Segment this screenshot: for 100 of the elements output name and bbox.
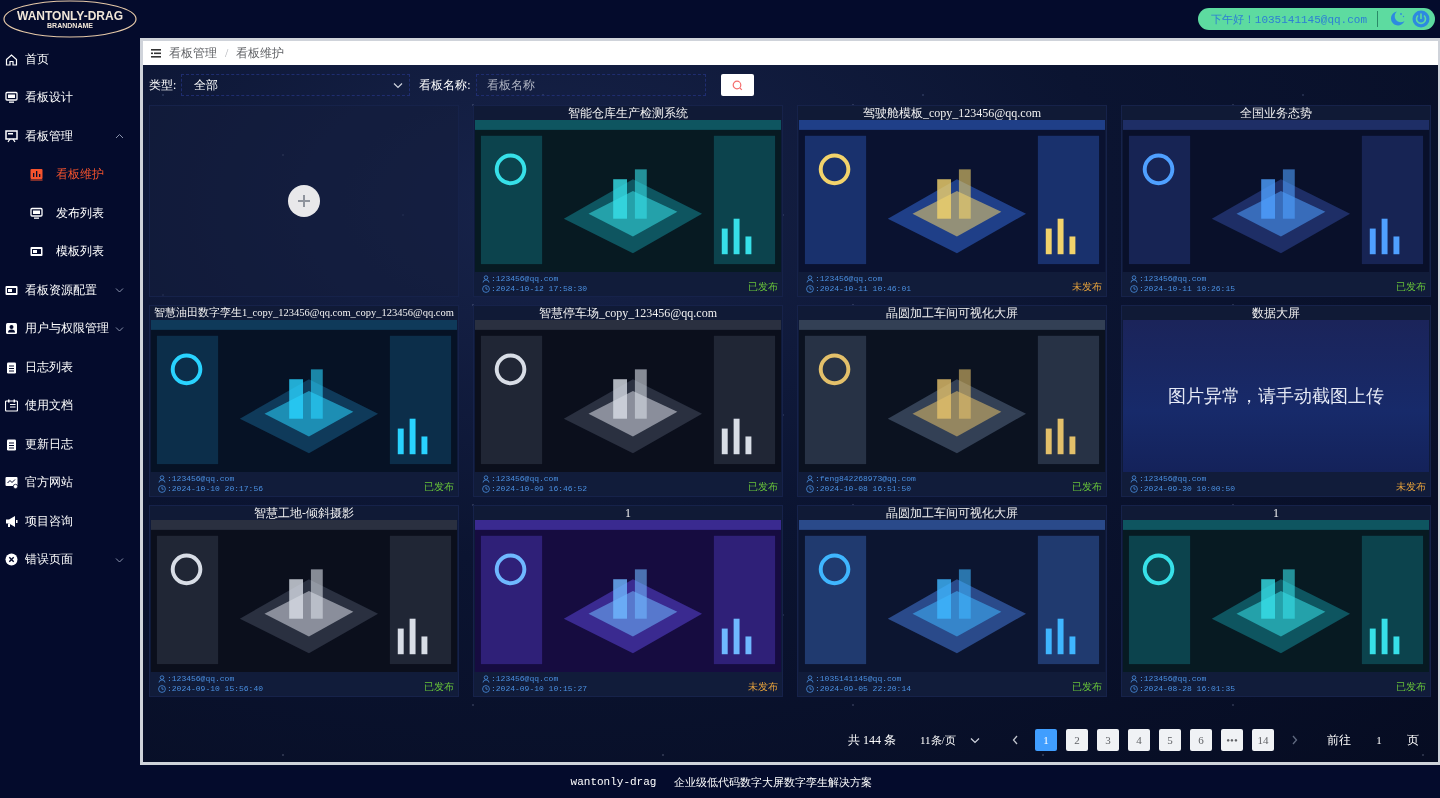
clock-icon bbox=[482, 685, 490, 693]
status-text: 已发布 bbox=[1396, 280, 1426, 294]
sidebar-item[interactable]: 错误页面 bbox=[0, 540, 140, 579]
picture-frame-icon bbox=[5, 283, 18, 297]
clock-icon bbox=[482, 485, 490, 493]
user-icon bbox=[806, 275, 814, 283]
logo-title: WANTONLY-DRAG bbox=[17, 9, 123, 22]
sidebar-item[interactable]: 更新日志 bbox=[0, 425, 140, 464]
clock-icon bbox=[1130, 485, 1138, 493]
user-icon bbox=[158, 475, 166, 483]
user-icon bbox=[1130, 275, 1138, 283]
goto-page-field[interactable]: 1 bbox=[1359, 728, 1399, 752]
search-button[interactable] bbox=[720, 74, 754, 96]
author-text: :123456@qq.com bbox=[482, 474, 587, 484]
board-title: 驾驶舱模板_copy_123456@qq.com bbox=[798, 106, 1106, 120]
author-text: :123456@qq.com bbox=[1130, 274, 1235, 284]
page-button[interactable]: 2 bbox=[1066, 729, 1088, 751]
status-text: 已发布 bbox=[424, 480, 454, 494]
sidebar-item[interactable]: 看板管理 bbox=[0, 117, 140, 156]
sidebar-item[interactable]: 看板设计 bbox=[0, 78, 140, 117]
status-text: 未发布 bbox=[1396, 480, 1426, 494]
sidebar-item[interactable]: 日志列表 bbox=[0, 348, 140, 387]
error-message: 图片异常，请手动截图上传 bbox=[1168, 385, 1384, 408]
total-count: 共 144 条 bbox=[848, 731, 896, 749]
board-card[interactable]: 智能仓库生产检测系统 :123456@qq.com :2024-10-12 17:58:30 已发布 bbox=[473, 105, 783, 297]
status-text: 已发布 bbox=[1072, 480, 1102, 494]
board-card[interactable]: 全国业务态势 :123456@qq.com :2024-10-11 10:26:15 已发布 bbox=[1121, 105, 1431, 297]
board-card[interactable]: 智慧油田数字孪生1_copy_123456@qq.com_copy_123456@qq.com :123456@qq.com :2024-10-10 20:17:56 已发布 bbox=[149, 305, 459, 497]
author-text: :123456@qq.com bbox=[1130, 474, 1235, 484]
board-title: 晶圆加工车间可视化大屏 bbox=[798, 506, 1106, 520]
board-card[interactable]: 驾驶舱模板_copy_123456@qq.com :123456@qq.com :2024-10-11 10:46:01 未发布 bbox=[797, 105, 1107, 297]
board-title: 晶圆加工车间可视化大屏 bbox=[798, 306, 1106, 320]
user-icon bbox=[1130, 475, 1138, 483]
breadcrumb-item[interactable]: 看板维护 bbox=[236, 44, 285, 62]
page-button[interactable]: 6 bbox=[1190, 729, 1212, 751]
user-icon bbox=[806, 675, 814, 683]
board-card[interactable]: 智慧停车场_copy_123456@qq.com :123456@qq.com :2024-10-09 16:46:52 已发布 bbox=[473, 305, 783, 497]
sidebar-item[interactable]: 首页 bbox=[0, 40, 140, 79]
timestamp-text: :2024-09-05 22:20:14 bbox=[806, 684, 911, 694]
calendar-icon bbox=[5, 399, 18, 413]
status-text: 已发布 bbox=[1396, 680, 1426, 694]
sidebar-item[interactable]: 看板资源配置 bbox=[0, 271, 140, 310]
plus-icon bbox=[297, 194, 311, 208]
status-text: 已发布 bbox=[748, 480, 778, 494]
search-icon bbox=[731, 79, 743, 91]
status-text: 已发布 bbox=[424, 680, 454, 694]
board-card[interactable]: 数据大屏 图片异常，请手动截图上传 :123456@qq.com :2024-09-30 10:00:50 未发布 bbox=[1121, 305, 1431, 497]
sidebar-item[interactable]: 用户与权限管理 bbox=[0, 309, 140, 348]
bar-chart-icon bbox=[30, 168, 43, 182]
breadcrumb-item[interactable]: 看板管理 bbox=[169, 44, 217, 62]
page-button[interactable]: 4 bbox=[1128, 729, 1150, 751]
page-size-select[interactable]: 11条/页 bbox=[908, 729, 988, 751]
timestamp-text: :2024-10-10 20:17:56 bbox=[158, 484, 263, 494]
timestamp-text: :2024-09-30 10:00:50 bbox=[1130, 484, 1235, 494]
timestamp-text: :2024-10-09 16:46:52 bbox=[482, 484, 587, 494]
sidebar-item[interactable]: 使用文档 bbox=[0, 386, 140, 425]
clipboard-icon bbox=[5, 360, 18, 374]
timestamp-text: :2024-10-08 16:51:50 bbox=[806, 484, 916, 494]
sidebar-item[interactable]: 看板维护 bbox=[0, 155, 140, 194]
clock-icon bbox=[482, 285, 490, 293]
board-title: 全国业务态势 bbox=[1122, 106, 1430, 120]
user-card-icon bbox=[5, 322, 18, 336]
filter-label: 看板名称: bbox=[419, 76, 471, 94]
clock-icon bbox=[806, 285, 814, 293]
clock-icon bbox=[806, 485, 814, 493]
page-button[interactable]: 5 bbox=[1159, 729, 1181, 751]
page-button[interactable]: ••• bbox=[1221, 729, 1243, 751]
filter-label: 类型: bbox=[149, 76, 177, 94]
board-title: 智慧停车场_copy_123456@qq.com bbox=[474, 306, 782, 320]
board-card[interactable]: 晶圆加工车间可视化大屏 :1035141145@qq.com :2024-09-05 22:20:14 已发布 bbox=[797, 505, 1107, 697]
author-text: :123456@qq.com bbox=[482, 674, 587, 684]
user-icon bbox=[482, 675, 490, 683]
clock-icon bbox=[1130, 685, 1138, 693]
clipboard-icon bbox=[5, 437, 18, 451]
footer-slogan: 企业级低代码数字大屏数字孪生解决方案 bbox=[674, 774, 873, 790]
page-button[interactable]: 14 bbox=[1252, 729, 1274, 751]
chevron-right-icon bbox=[1290, 735, 1298, 745]
board-card[interactable]: 1 :123456@qq.com :2024-08-28 16:01:35 已发布 bbox=[1121, 505, 1431, 697]
menu-icon bbox=[151, 48, 161, 58]
screen-chart-icon bbox=[5, 476, 18, 490]
board-title: 数据大屏 bbox=[1122, 306, 1430, 320]
type-select[interactable]: 全部 bbox=[181, 74, 411, 96]
status-text: 已发布 bbox=[748, 280, 778, 294]
board-title: 1 bbox=[474, 506, 782, 520]
add-board-button[interactable] bbox=[288, 185, 320, 217]
page-button[interactable]: 3 bbox=[1097, 729, 1119, 751]
sidebar-item[interactable]: 模板列表 bbox=[0, 232, 140, 271]
close-circle-icon bbox=[5, 553, 18, 567]
board-card[interactable]: 1 :123456@qq.com :2024-09-10 10:15:27 未发布 bbox=[473, 505, 783, 697]
greeting-text: 下午好！1035141145@qq.com bbox=[1210, 12, 1367, 27]
board-card[interactable]: 晶圆加工车间可视化大屏 :feng842268973@qq.com :2024-10-08 16:51:50 已发布 bbox=[797, 305, 1107, 497]
name-input-field[interactable]: 看板名称 bbox=[475, 74, 706, 96]
author-text: :123456@qq.com bbox=[1130, 674, 1235, 684]
megaphone-icon bbox=[5, 514, 18, 528]
board-card[interactable]: 智慧工地-倾斜摄影 :123456@qq.com :2024-09-10 15:56:40 已发布 bbox=[149, 505, 459, 697]
sidebar-item[interactable]: 项目咨询 bbox=[0, 502, 140, 541]
sidebar-item[interactable]: 官方网站 bbox=[0, 463, 140, 502]
timestamp-text: :2024-08-28 16:01:35 bbox=[1130, 684, 1235, 694]
board-title: 智能仓库生产检测系统 bbox=[474, 106, 782, 120]
sidebar-item[interactable]: 发布列表 bbox=[0, 194, 140, 233]
